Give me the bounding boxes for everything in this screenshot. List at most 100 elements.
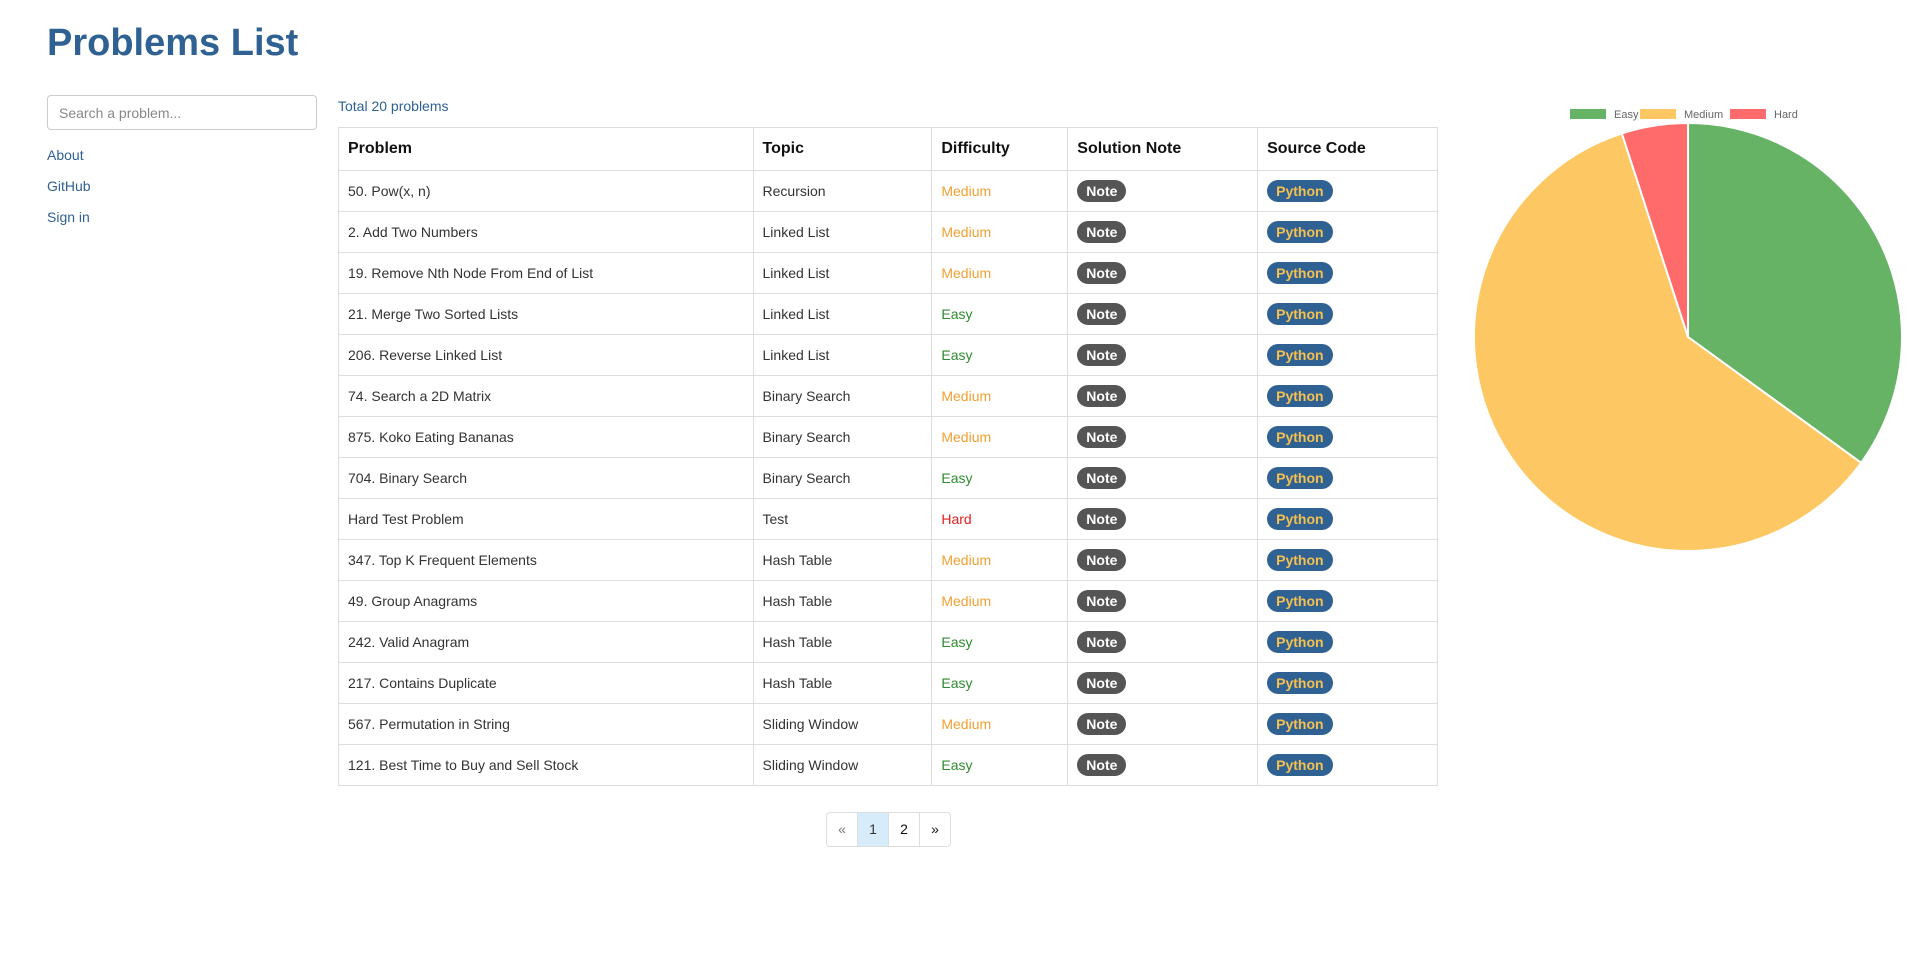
note-button[interactable]: Note — [1077, 590, 1127, 612]
difficulty-cell: Medium — [931, 580, 1069, 622]
table-body: 50. Pow(x, n) Recursion Medium Note Python 2.… — [338, 170, 1438, 786]
problem-cell[interactable]: 74. Search a 2D Matrix — [338, 375, 754, 417]
solution-note-cell: Note — [1067, 580, 1259, 622]
table-row: 567. Permutation in String Sliding Window… — [338, 703, 1438, 745]
table-row: 50. Pow(x, n) Recursion Medium Note Python — [338, 170, 1438, 212]
source-code-cell: Python — [1257, 703, 1438, 745]
difficulty-cell: Easy — [931, 293, 1069, 335]
note-button[interactable]: Note — [1077, 262, 1127, 284]
problem-cell[interactable]: 704. Binary Search — [338, 457, 754, 499]
table-row: 242. Valid Anagram Hash Table Easy Note Pyth… — [338, 621, 1438, 663]
note-button[interactable]: Note — [1077, 713, 1127, 735]
note-button[interactable]: Note — [1077, 303, 1127, 325]
solution-note-cell: Note — [1067, 211, 1259, 253]
note-button[interactable]: Note — [1077, 549, 1127, 571]
python-code-button[interactable]: Python — [1267, 467, 1333, 489]
about-link[interactable]: About — [47, 140, 317, 171]
solution-note-cell: Note — [1067, 252, 1259, 294]
python-code-button[interactable]: Python — [1267, 508, 1333, 530]
python-code-button[interactable]: Python — [1267, 754, 1333, 776]
note-button[interactable]: Note — [1077, 508, 1127, 530]
topic-cell: Sliding Window — [752, 744, 933, 786]
solution-note-cell: Note — [1067, 170, 1259, 212]
source-code-cell: Python — [1257, 170, 1438, 212]
python-code-button[interactable]: Python — [1267, 672, 1333, 694]
source-code-cell: Python — [1257, 580, 1438, 622]
github-link[interactable]: GitHub — [47, 171, 317, 202]
page-button-2[interactable]: 2 — [888, 813, 919, 846]
solution-note-cell: Note — [1067, 457, 1259, 499]
page-button-1[interactable]: 1 — [857, 813, 888, 846]
problem-cell[interactable]: 242. Valid Anagram — [338, 621, 754, 663]
note-button[interactable]: Note — [1077, 754, 1127, 776]
note-button[interactable]: Note — [1077, 467, 1127, 489]
difficulty-cell: Medium — [931, 211, 1069, 253]
note-button[interactable]: Note — [1077, 221, 1127, 243]
python-code-button[interactable]: Python — [1267, 426, 1333, 448]
source-code-cell: Python — [1257, 375, 1438, 417]
source-code-cell: Python — [1257, 211, 1438, 253]
problem-cell[interactable]: 2. Add Two Numbers — [338, 211, 754, 253]
topic-cell: Hash Table — [752, 580, 933, 622]
python-code-button[interactable]: Python — [1267, 631, 1333, 653]
problem-cell[interactable]: 347. Top K Frequent Elements — [338, 539, 754, 581]
difficulty-pie-chart: Easy Medium Hard — [1473, 109, 1903, 552]
legend-swatch-medium[interactable] — [1640, 109, 1676, 119]
difficulty-cell: Medium — [931, 703, 1069, 745]
legend-swatch-hard[interactable] — [1730, 109, 1766, 119]
next-page-button[interactable]: » — [919, 813, 950, 846]
prev-page-button[interactable]: « — [827, 813, 857, 846]
column-header-topic: Topic — [752, 127, 933, 171]
problem-cell[interactable]: 19. Remove Nth Node From End of List — [338, 252, 754, 294]
problem-cell[interactable]: Hard Test Problem — [338, 498, 754, 540]
problems-table: Problem Topic Difficulty Solution Note S… — [338, 127, 1438, 786]
solution-note-cell: Note — [1067, 498, 1259, 540]
problem-cell[interactable]: 121. Best Time to Buy and Sell Stock — [338, 744, 754, 786]
table-row: 2. Add Two Numbers Linked List Medium Note P… — [338, 211, 1438, 253]
problem-cell[interactable]: 217. Contains Duplicate — [338, 662, 754, 704]
difficulty-cell: Easy — [931, 334, 1069, 376]
table-row: 19. Remove Nth Node From End of List Link… — [338, 252, 1438, 294]
search-input[interactable] — [47, 95, 317, 130]
difficulty-cell: Easy — [931, 744, 1069, 786]
solution-note-cell: Note — [1067, 662, 1259, 704]
legend-swatch-easy[interactable] — [1570, 109, 1606, 119]
difficulty-cell: Medium — [931, 375, 1069, 417]
problem-cell[interactable]: 206. Reverse Linked List — [338, 334, 754, 376]
problem-cell[interactable]: 21. Merge Two Sorted Lists — [338, 293, 754, 335]
note-button[interactable]: Note — [1077, 180, 1127, 202]
python-code-button[interactable]: Python — [1267, 713, 1333, 735]
python-code-button[interactable]: Python — [1267, 180, 1333, 202]
page-title: Problems List — [47, 22, 299, 64]
topic-cell: Linked List — [752, 334, 933, 376]
problem-cell[interactable]: 875. Koko Eating Bananas — [338, 416, 754, 458]
sign-in-link[interactable]: Sign in — [47, 202, 317, 233]
note-button[interactable]: Note — [1077, 344, 1127, 366]
topic-cell: Recursion — [752, 170, 933, 212]
legend-label-hard: Hard — [1774, 109, 1798, 121]
python-code-button[interactable]: Python — [1267, 221, 1333, 243]
problem-cell[interactable]: 50. Pow(x, n) — [338, 170, 754, 212]
table-row: 206. Reverse Linked List Linked List Easy N… — [338, 334, 1438, 376]
python-code-button[interactable]: Python — [1267, 549, 1333, 571]
python-code-button[interactable]: Python — [1267, 385, 1333, 407]
python-code-button[interactable]: Python — [1267, 590, 1333, 612]
topic-cell: Linked List — [752, 293, 933, 335]
table-row: Hard Test Problem Test Hard Note Python — [338, 498, 1438, 540]
note-button[interactable]: Note — [1077, 631, 1127, 653]
problem-cell[interactable]: 567. Permutation in String — [338, 703, 754, 745]
source-code-cell: Python — [1257, 498, 1438, 540]
source-code-cell: Python — [1257, 539, 1438, 581]
note-button[interactable]: Note — [1077, 385, 1127, 407]
note-button[interactable]: Note — [1077, 672, 1127, 694]
table-header-row: Problem Topic Difficulty Solution Note S… — [338, 127, 1438, 171]
python-code-button[interactable]: Python — [1267, 344, 1333, 366]
problem-cell[interactable]: 49. Group Anagrams — [338, 580, 754, 622]
solution-note-cell: Note — [1067, 744, 1259, 786]
solution-note-cell: Note — [1067, 416, 1259, 458]
python-code-button[interactable]: Python — [1267, 262, 1333, 284]
solution-note-cell: Note — [1067, 293, 1259, 335]
table-row: 704. Binary Search Binary Search Easy Note P… — [338, 457, 1438, 499]
python-code-button[interactable]: Python — [1267, 303, 1333, 325]
note-button[interactable]: Note — [1077, 426, 1127, 448]
